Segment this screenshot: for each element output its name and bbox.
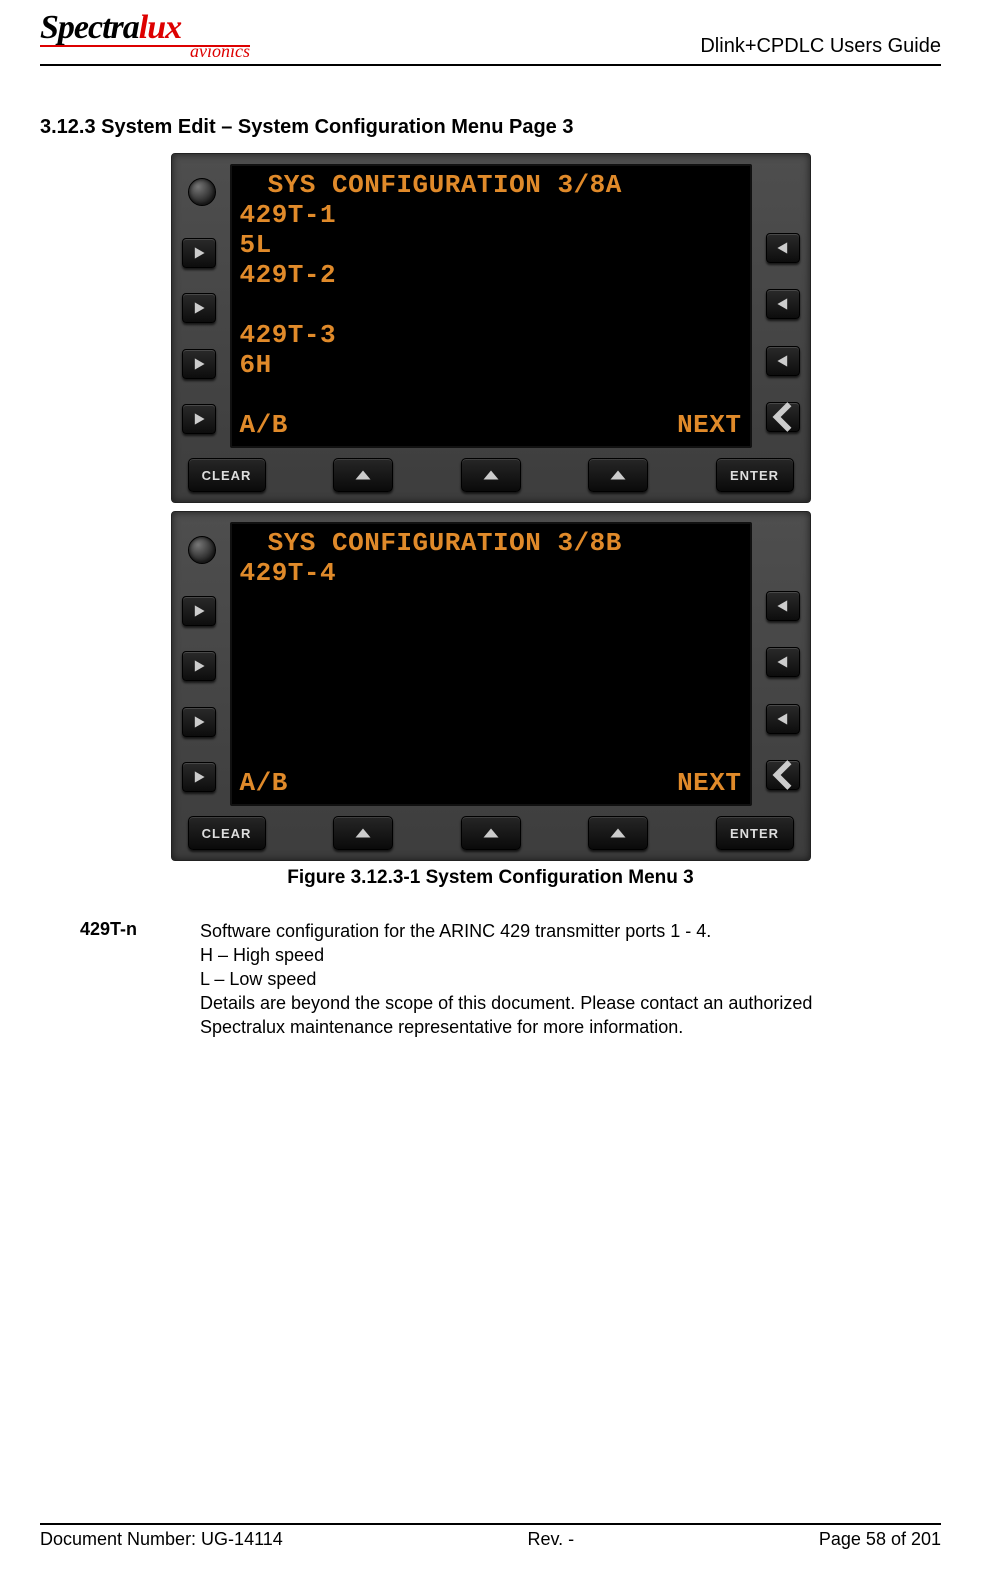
right-lsk-column — [760, 164, 800, 448]
lsk-r2[interactable] — [766, 647, 800, 677]
arrow-up-button-2[interactable] — [461, 458, 521, 492]
arrow-up-button-1[interactable] — [333, 816, 393, 850]
screen-title: SYS CONFIGURATION 3/8B — [240, 528, 742, 558]
screen-line — [240, 708, 742, 738]
lsk-r3[interactable] — [766, 346, 800, 376]
enter-button[interactable]: ENTER — [716, 816, 794, 850]
cdu-screen-b: SYS CONFIGURATION 3/8B 429T-4 A/B NEXT — [230, 522, 752, 806]
definition-body: Software configuration for the ARINC 429… — [200, 919, 840, 1039]
logo-text-black: Spectra — [40, 9, 139, 46]
arrow-up-button-3[interactable] — [588, 458, 648, 492]
cdu-device-b: SYS CONFIGURATION 3/8B 429T-4 A/B NEXT — [171, 511, 811, 861]
brand-logo: Spectralux avionics — [40, 9, 250, 62]
footer-doc-number: Document Number: UG-14114 — [40, 1529, 283, 1550]
lsk-r1[interactable] — [766, 591, 800, 621]
lsk-l1[interactable] — [182, 596, 216, 626]
clear-button[interactable]: CLEAR — [188, 816, 266, 850]
definition-block: 429T-n Software configuration for the AR… — [80, 919, 941, 1039]
lsk-r3[interactable] — [766, 704, 800, 734]
screen-line — [240, 648, 742, 678]
screen-bottom-left: A/B — [240, 410, 288, 440]
screen-bottom-right: NEXT — [677, 410, 741, 440]
screen-line: 429T-3 — [240, 320, 742, 350]
arrow-up-button-3[interactable] — [588, 816, 648, 850]
screen-line: 6H — [240, 350, 742, 380]
screen-line — [240, 738, 742, 768]
footer-page-number: Page 58 of 201 — [819, 1529, 941, 1550]
brightness-knob[interactable] — [188, 536, 216, 564]
screen-line — [240, 618, 742, 648]
screen-line — [240, 290, 742, 320]
logo-text-accent: lux — [139, 9, 181, 46]
figure-caption: Figure 3.12.3-1 System Configuration Men… — [40, 867, 941, 889]
left-lsk-column — [182, 164, 222, 448]
bezel-button-row: CLEAR ENTER — [182, 448, 800, 494]
screen-line: 429T-1 — [240, 200, 742, 230]
section-heading: 3.12.3 System Edit – System Configuratio… — [40, 116, 941, 139]
arrow-up-button-1[interactable] — [333, 458, 393, 492]
lsk-r2[interactable] — [766, 289, 800, 319]
left-lsk-column — [182, 522, 222, 806]
definition-line: Software configuration for the ARINC 429… — [200, 919, 840, 943]
cdu-device-a: SYS CONFIGURATION 3/8A 429T-1 5L 429T-2 … — [171, 153, 811, 503]
screen-title: SYS CONFIGURATION 3/8A — [240, 170, 742, 200]
cdu-screen-a: SYS CONFIGURATION 3/8A 429T-1 5L 429T-2 … — [230, 164, 752, 448]
lsk-l4[interactable] — [182, 762, 216, 792]
screen-line — [240, 588, 742, 618]
page-header: Spectralux avionics Dlink+CPDLC Users Gu… — [40, 0, 941, 66]
screen-line — [240, 380, 742, 410]
bezel-button-row: CLEAR ENTER — [182, 806, 800, 852]
lsk-r1[interactable] — [766, 233, 800, 263]
screen-line: 429T-4 — [240, 558, 742, 588]
screen-bottom-right: NEXT — [677, 768, 741, 798]
lsk-l2[interactable] — [182, 293, 216, 323]
page-footer: Document Number: UG-14114 Rev. - Page 58… — [40, 1523, 941, 1550]
lsk-l3[interactable] — [182, 349, 216, 379]
arrow-up-button-2[interactable] — [461, 816, 521, 850]
screen-bottom-left: A/B — [240, 768, 288, 798]
page-caret-button[interactable] — [766, 760, 800, 790]
footer-revision: Rev. - — [528, 1529, 575, 1550]
clear-button[interactable]: CLEAR — [188, 458, 266, 492]
lsk-l2[interactable] — [182, 651, 216, 681]
definition-line: L – Low speed — [200, 967, 840, 991]
brightness-knob[interactable] — [188, 178, 216, 206]
document-title: Dlink+CPDLC Users Guide — [700, 35, 941, 62]
page-caret-button[interactable] — [766, 402, 800, 432]
screen-line — [240, 678, 742, 708]
screen-line: 429T-2 — [240, 260, 742, 290]
definition-line: Details are beyond the scope of this doc… — [200, 991, 840, 1039]
lsk-l1[interactable] — [182, 238, 216, 268]
definition-line: H – High speed — [200, 943, 840, 967]
right-lsk-column — [760, 522, 800, 806]
lsk-l3[interactable] — [182, 707, 216, 737]
lsk-l4[interactable] — [182, 404, 216, 434]
definition-term: 429T-n — [80, 919, 160, 1039]
enter-button[interactable]: ENTER — [716, 458, 794, 492]
screen-line: 5L — [240, 230, 742, 260]
